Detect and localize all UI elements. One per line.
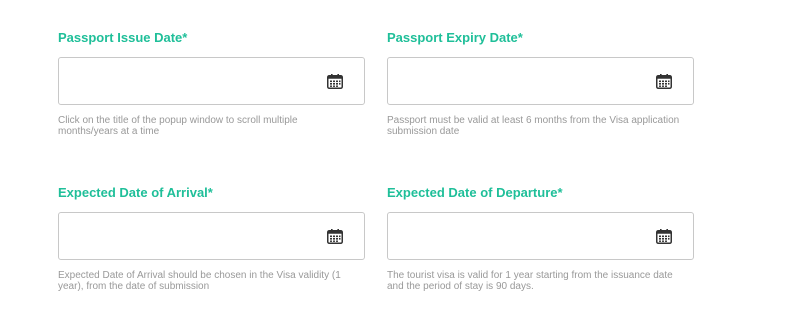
calendar-icon[interactable] [327, 229, 343, 244]
expected-arrival-date-field[interactable] [58, 212, 365, 260]
calendar-icon[interactable] [656, 229, 672, 244]
expected-arrival-date-hint: Expected Date of Arrival should be chose… [58, 270, 341, 292]
passport-expiry-date-hint: Passport must be valid at least 6 months… [387, 115, 680, 137]
calendar-icon[interactable] [656, 74, 672, 89]
expected-departure-date-field[interactable] [387, 212, 694, 260]
passport-expiry-date-field[interactable] [387, 57, 694, 105]
calendar-icon[interactable] [327, 74, 343, 89]
passport-issue-date-field[interactable] [58, 57, 365, 105]
passport-issue-date-hint: Click on the title of the popup window t… [58, 115, 298, 137]
expected-arrival-date-label: Expected Date of Arrival* [58, 185, 213, 200]
passport-issue-date-input[interactable] [59, 58, 319, 104]
expected-departure-date-input[interactable] [388, 213, 648, 259]
expected-departure-date-hint: The tourist visa is valid for 1 year sta… [387, 270, 673, 292]
expected-departure-date-label: Expected Date of Departure* [387, 185, 563, 200]
passport-issue-date-label: Passport Issue Date* [58, 30, 188, 45]
passport-expiry-date-label: Passport Expiry Date* [387, 30, 523, 45]
passport-expiry-date-input[interactable] [388, 58, 648, 104]
expected-arrival-date-input[interactable] [59, 213, 319, 259]
